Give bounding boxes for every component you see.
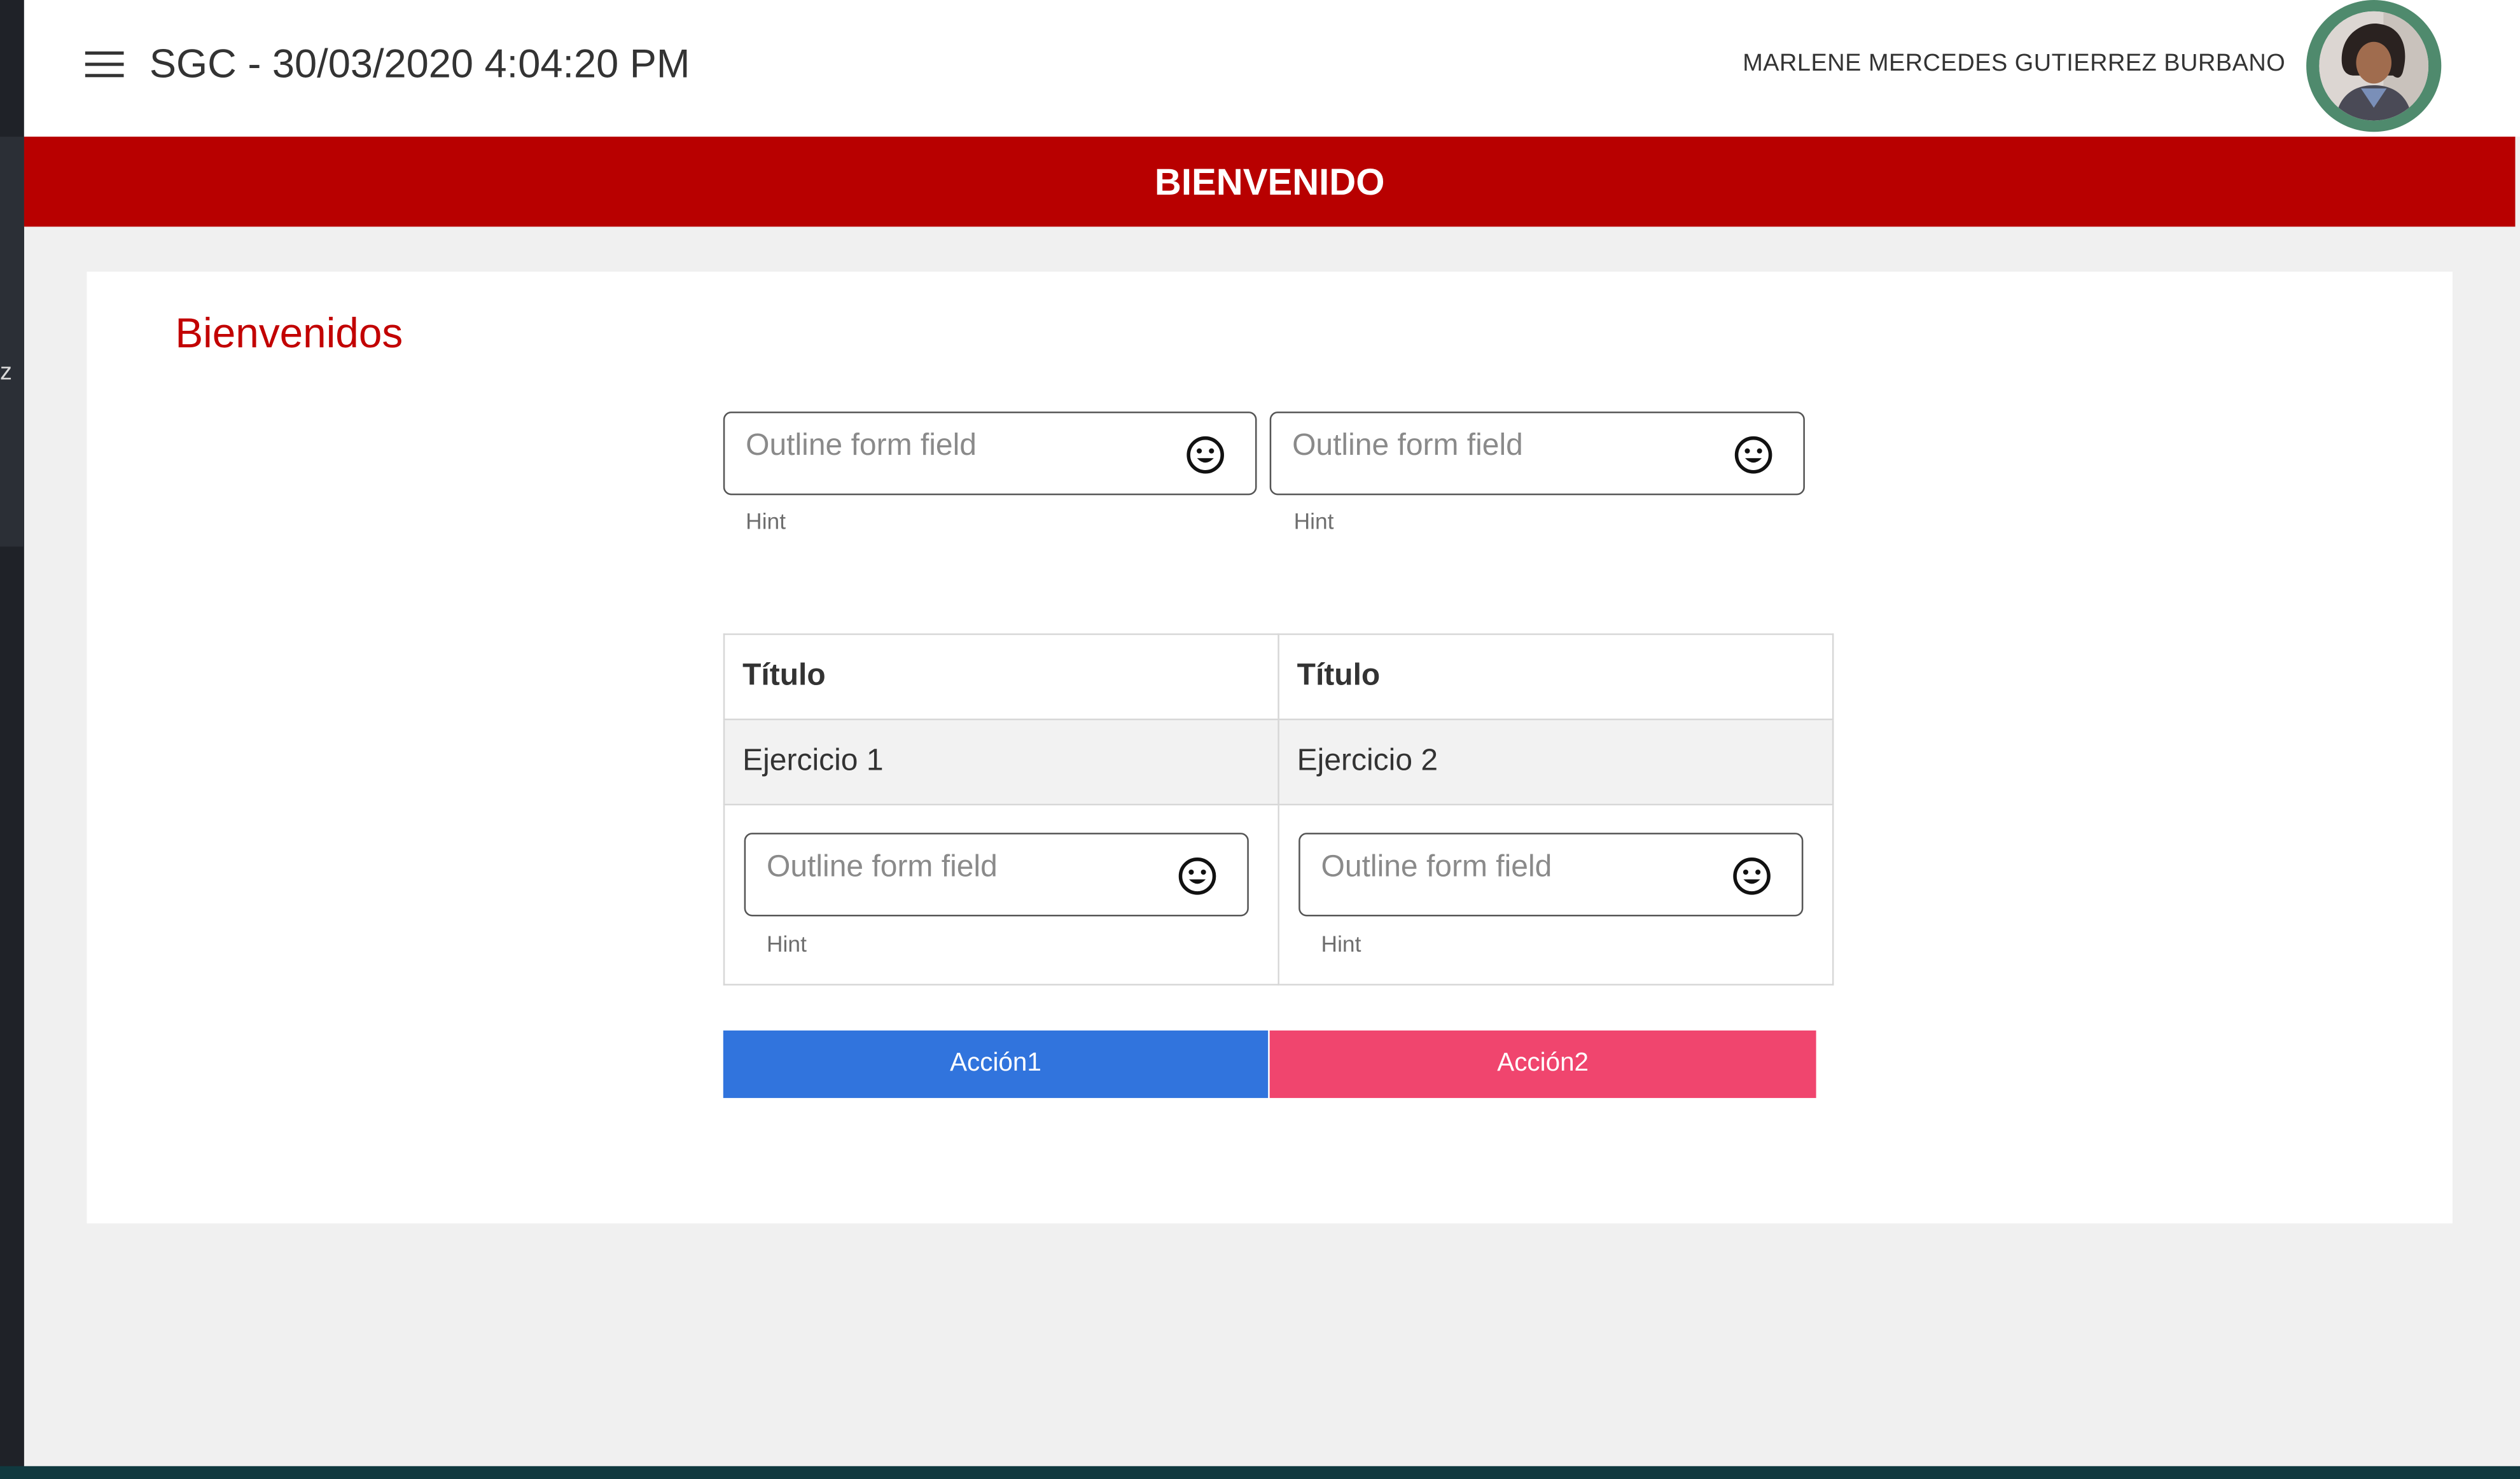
smiley-icon bbox=[1733, 858, 1771, 895]
left-edge-panel-block bbox=[0, 136, 24, 547]
table-row: Hint Hint bbox=[723, 803, 1834, 986]
accion1-button[interactable]: Acción1 bbox=[723, 1030, 1269, 1099]
avatar[interactable] bbox=[2306, 0, 2442, 132]
accion2-button[interactable]: Acción2 bbox=[1269, 1030, 1816, 1099]
top-toolbar: SGC - 30/03/2020 4:04:20 PM MARLENE MERC… bbox=[24, 0, 2520, 137]
table-cell: Ejercicio 1 bbox=[723, 718, 1279, 806]
outline-form-field-2[interactable] bbox=[1269, 411, 1805, 496]
smiley-icon bbox=[1187, 436, 1224, 474]
data-table: Título Título Ejercicio 1 Ejercicio 2 Ou… bbox=[723, 633, 1834, 986]
smiley-icon bbox=[1178, 858, 1216, 895]
table-cell: Ejercicio 2 bbox=[1277, 718, 1834, 806]
table-header-cell: Título bbox=[723, 633, 1279, 721]
banner-title: BIENVENIDO bbox=[1154, 160, 1385, 203]
outline-input-1[interactable] bbox=[746, 426, 1128, 468]
outline-form-field-1[interactable] bbox=[723, 411, 1257, 496]
outline-input-3[interactable] bbox=[766, 847, 1128, 889]
page-title: Bienvenidos bbox=[175, 309, 403, 358]
table-header-cell: Título bbox=[1277, 633, 1834, 721]
table-cell: Hint bbox=[1277, 803, 1834, 986]
outline-input-4[interactable] bbox=[1321, 847, 1682, 889]
field-hint: Hint bbox=[1293, 508, 1334, 534]
outline-input-2[interactable] bbox=[1292, 426, 1676, 468]
left-edge-glyph: z bbox=[0, 358, 12, 386]
user-name: MARLENE MERCEDES GUTIERREZ BURBANO bbox=[1743, 50, 2286, 78]
smiley-icon bbox=[1734, 436, 1772, 474]
field-hint: Hint bbox=[746, 508, 786, 534]
outline-form-field-3[interactable] bbox=[744, 833, 1249, 917]
avatar-photo bbox=[2319, 11, 2429, 121]
table-header-row: Título Título bbox=[723, 633, 1834, 721]
app-window: z SGC - 30/03/2020 4:04:20 PM MARLENE ME… bbox=[0, 0, 2520, 1479]
outline-form-field-4[interactable] bbox=[1298, 833, 1804, 917]
field-hint: Hint bbox=[1321, 931, 1361, 957]
welcome-banner: BIENVENIDO bbox=[24, 136, 2516, 227]
left-edge-panel: z bbox=[0, 0, 24, 1479]
table-row: Ejercicio 1 Ejercicio 2 bbox=[723, 718, 1834, 806]
menu-icon[interactable] bbox=[85, 43, 127, 85]
app-title: SGC - 30/03/2020 4:04:20 PM bbox=[149, 41, 690, 87]
content-card: Bienvenidos Hint Hint Título bbox=[87, 272, 2453, 1224]
bottom-edge-strip bbox=[0, 1466, 2520, 1479]
table-cell: Hint bbox=[723, 803, 1279, 986]
field-hint: Hint bbox=[766, 931, 807, 957]
